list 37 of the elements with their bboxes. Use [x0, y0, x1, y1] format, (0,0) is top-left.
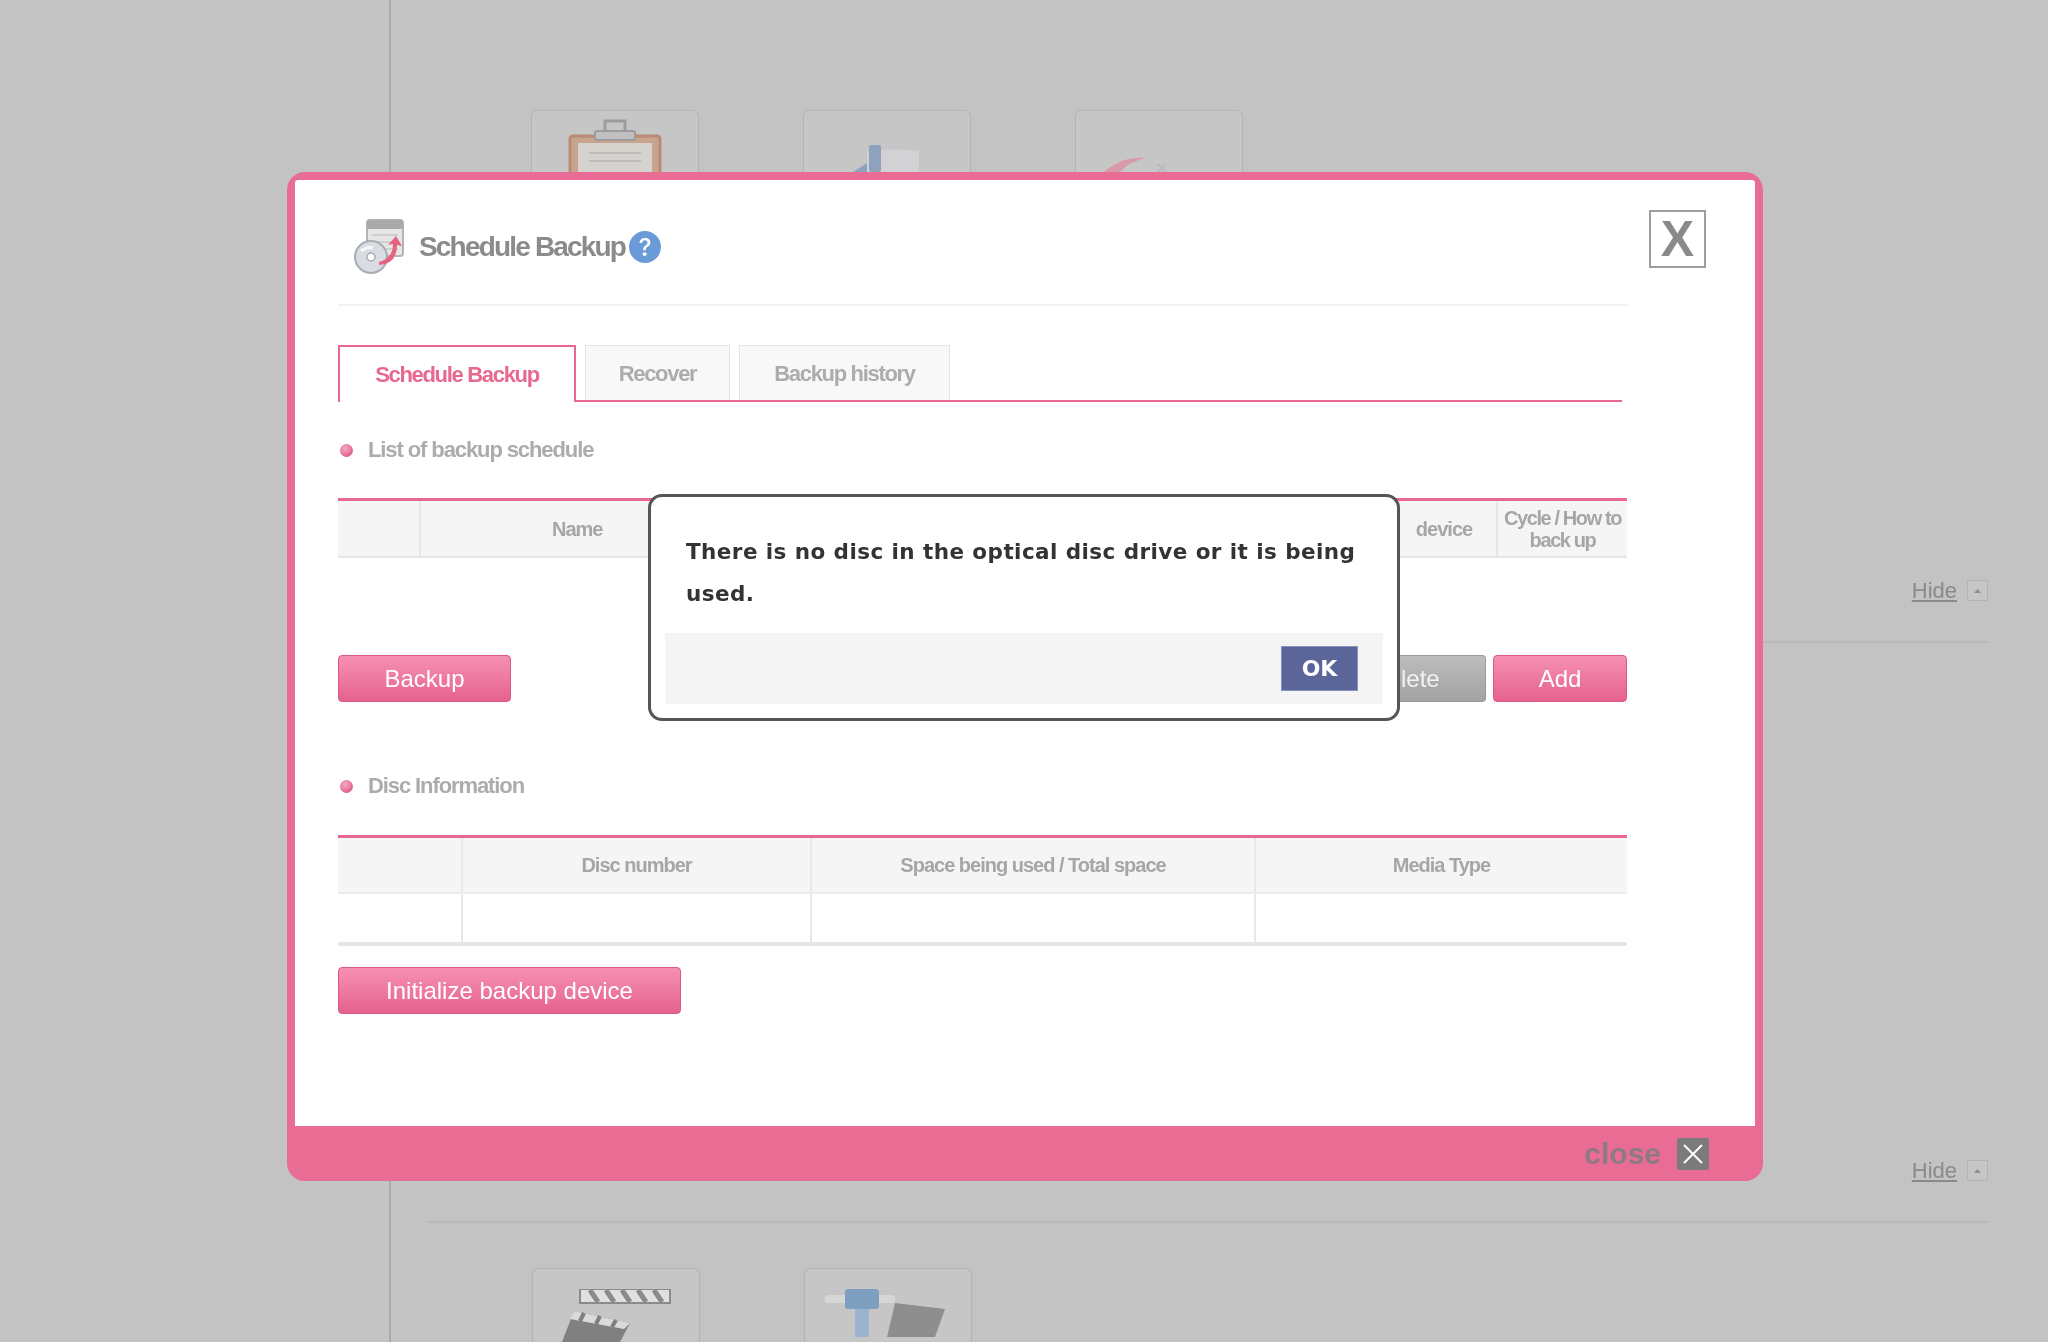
bullet-dot-icon [340, 443, 353, 457]
tab[interactable]: Recover [585, 345, 730, 400]
panel-icon [853, 145, 921, 172]
section-heading: Disc Information [368, 773, 524, 799]
dialog-title: Schedule Backup [419, 230, 626, 263]
alert-message: There is no disc in the optical disc drive or it is being used. [685, 538, 1357, 608]
action-button[interactable]: Add [1493, 655, 1627, 702]
ok-button[interactable]: OK [1281, 646, 1358, 691]
help-icon[interactable] [629, 230, 662, 263]
column-header: Media Type [1392, 853, 1491, 878]
column-header: Disc number [581, 853, 692, 878]
column-header: Name [552, 516, 603, 542]
section-heading: List of backup schedule [368, 437, 594, 463]
hide-link[interactable]: Hide [1911, 578, 1957, 603]
tab[interactable]: Schedule Backup [338, 345, 576, 402]
collapse-button[interactable] [1967, 580, 1988, 601]
tab[interactable]: Backup history [739, 345, 950, 400]
collapse-button[interactable] [1967, 1160, 1988, 1181]
column-header: device [1415, 516, 1473, 542]
column-header: Cycle / How to back up [1502, 506, 1623, 551]
calendar-disc-icon [353, 218, 405, 275]
action-button[interactable]: Initialize backup device [338, 967, 681, 1014]
hide-link[interactable]: Hide [1911, 1158, 1957, 1183]
action-button[interactable]: Backup [338, 655, 511, 702]
caret-up-icon [1974, 1168, 1981, 1173]
column-header: Space being used / Total space [900, 853, 1166, 878]
action-button[interactable]: lete [1400, 655, 1486, 702]
app-tile[interactable] [531, 110, 699, 172]
app-tile[interactable] [532, 1268, 700, 1342]
close-button[interactable]: X [1649, 210, 1706, 268]
caret-up-icon [1974, 588, 1981, 593]
close-icon [1677, 1137, 1709, 1170]
app-tile[interactable] [804, 1268, 972, 1342]
app-tile[interactable] [803, 110, 971, 172]
bullet-dot-icon [340, 779, 353, 793]
app-tile[interactable] [1075, 110, 1243, 172]
clapperboard-icon [559, 1289, 673, 1342]
